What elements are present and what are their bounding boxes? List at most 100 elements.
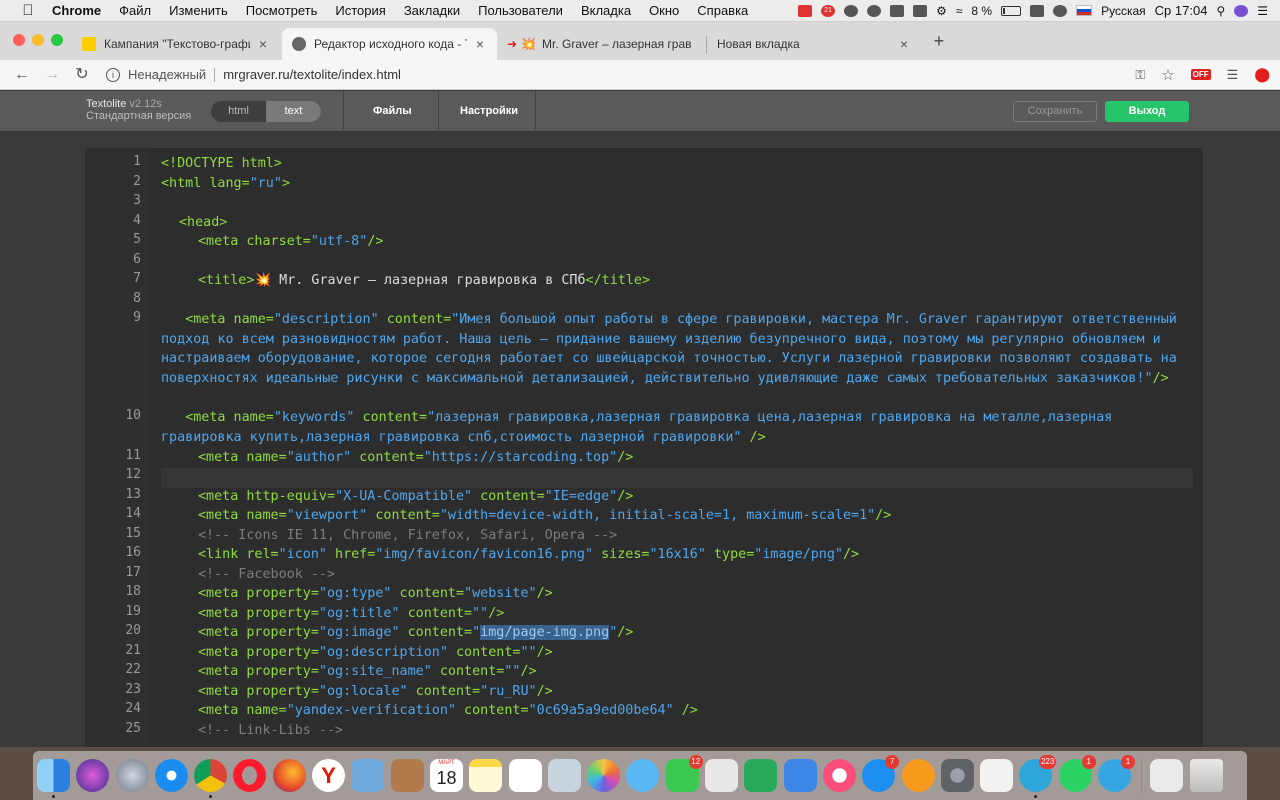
battery-percent[interactable]: 8 % [971,4,992,18]
preview-icon[interactable] [351,759,385,792]
tab-close-icon[interactable]: × [897,36,911,52]
calendar-icon[interactable]: МАРТ 18 [429,759,463,792]
security-label[interactable]: Ненадежный [128,67,206,82]
info-icon[interactable]: i [106,67,120,82]
finder-icon[interactable] [37,759,70,798]
airplay-icon[interactable] [1030,4,1045,17]
keynote-icon[interactable] [783,759,817,792]
whatsapp-icon[interactable]: 1 [1058,755,1096,792]
key-icon[interactable]: ⚿ [1135,67,1145,83]
siri-icon[interactable] [1234,4,1249,17]
address-bar[interactable]: i Ненадежный mrgraver.ru/textolite/index… [106,63,1121,87]
reminders-icon[interactable] [508,759,542,792]
token-tag: /> [1152,370,1169,386]
tab-source-editor[interactable]: Редактор исходного кода - Te × [282,28,497,60]
yandex-direct-favicon-icon [82,37,96,51]
nav-settings[interactable]: Настройки [460,91,518,132]
textedit-icon[interactable] [980,759,1014,792]
mode-text-button[interactable]: text [266,101,321,122]
menu-view[interactable]: Посмотреть [237,3,327,18]
extension-icon[interactable]: ☰ [1227,67,1239,83]
vpn-icon[interactable] [844,4,859,17]
extension-off-badge[interactable]: OFF [1190,69,1211,80]
clock[interactable]: Ср 17:04 [1155,3,1208,18]
documents-stack-icon[interactable] [1150,759,1184,792]
opera-icon[interactable] [233,759,267,792]
ibooks-icon[interactable] [901,759,935,792]
tab-close-icon[interactable]: × [473,36,487,52]
notification-center-icon[interactable]: ☰ [1257,4,1268,18]
wifi-icon[interactable]: ≈ [956,4,963,18]
mode-html-button[interactable]: html [211,101,266,122]
launchpad-icon[interactable] [115,759,149,792]
drive-icon[interactable] [913,4,928,17]
tab-new[interactable]: Новая вкладка × [707,28,921,60]
url-text[interactable]: mrgraver.ru/textolite/index.html [223,67,401,82]
nav-files[interactable]: Файлы [373,91,412,132]
safari-icon[interactable] [154,759,188,792]
menu-history[interactable]: История [326,3,394,18]
contacts-icon[interactable] [390,759,424,792]
menu-tab[interactable]: Вкладка [572,3,640,18]
mail-tray-icon[interactable]: 21 [821,4,836,17]
menu-file[interactable]: Файл [110,3,160,18]
mode-toggle[interactable]: html text [211,101,321,122]
window-minimize-button[interactable] [32,34,44,46]
token-tag: <meta [198,586,239,601]
reload-icon[interactable]: ↻ [74,66,90,83]
back-arrow-icon[interactable]: ← [14,66,30,83]
menu-window[interactable]: Окно [640,3,688,18]
window-zoom-button[interactable] [51,34,63,46]
tray-app-icon[interactable] [798,4,813,17]
notes-icon[interactable] [469,759,503,792]
code-editor[interactable]: 1 2 3 4 5 6 7 8 9 10 11 12 13 14 15 16 1… [85,148,1203,748]
messages-icon[interactable] [626,759,660,792]
tab-campaign[interactable]: Кампания "Текстово-графиче × [72,28,280,60]
text-selection[interactable]: img/page-img.png [480,625,610,640]
telegram-desktop-icon[interactable]: 1 [1098,755,1136,792]
menu-edit[interactable]: Изменить [160,3,237,18]
forward-arrow-icon[interactable]: → [44,66,60,83]
telegram-icon[interactable]: 223 [1019,755,1057,798]
firefox-icon[interactable] [272,759,306,792]
pin-icon[interactable] [890,4,905,17]
menu-help[interactable]: Справка [688,3,757,18]
window-close-button[interactable] [13,34,25,46]
news-icon[interactable] [705,759,739,792]
code-area[interactable]: <!DOCTYPE html> <html lang="ru"> <head> … [161,148,1191,748]
tab-close-icon[interactable]: × [256,36,270,52]
wifi-extra-icon[interactable] [867,4,882,17]
token-string: "ru" [249,176,282,191]
menu-people[interactable]: Пользователи [469,3,572,18]
token-tag: <meta [185,410,226,425]
volume-icon[interactable] [1053,4,1068,17]
token-string: " [472,625,481,640]
facetime-icon[interactable]: 12 [665,755,703,792]
opera-extension-icon[interactable]: ⬤ [1254,66,1270,83]
apple-icon[interactable]:  [20,2,36,19]
yandex-browser-icon[interactable]: Y [312,759,346,792]
chrome-icon[interactable] [194,759,228,798]
tab-mr-graver[interactable]: ➜ 💥 Mr. Graver – лазерная грав [497,28,705,60]
menu-app-chrome[interactable]: Chrome [50,3,110,18]
battery-icon[interactable] [1001,5,1022,16]
russian-flag-icon[interactable] [1076,5,1093,16]
photos-icon[interactable] [587,759,621,792]
bluetooth-icon[interactable]: ⚙ [936,4,947,18]
numbers-icon[interactable] [744,759,778,792]
input-language[interactable]: Русская [1101,4,1146,18]
new-tab-plus-icon[interactable]: + [931,32,947,50]
editor-workspace: 1 2 3 4 5 6 7 8 9 10 11 12 13 14 15 16 1… [0,132,1280,748]
spotlight-icon[interactable]: ⚲ [1216,4,1225,18]
siri-icon[interactable] [76,759,110,792]
header-divider [438,91,439,132]
photo-booth-icon[interactable] [547,759,581,792]
itunes-icon[interactable] [822,759,856,792]
bookmark-star-icon[interactable]: ☆ [1161,66,1174,84]
app-store-icon[interactable]: 7 [862,755,900,792]
exit-button[interactable]: Выход [1105,101,1189,122]
save-button[interactable]: Сохранить [1013,101,1097,122]
menu-bookmarks[interactable]: Закладки [395,3,469,18]
system-preferences-icon[interactable] [940,759,974,792]
trash-icon[interactable] [1189,759,1223,792]
